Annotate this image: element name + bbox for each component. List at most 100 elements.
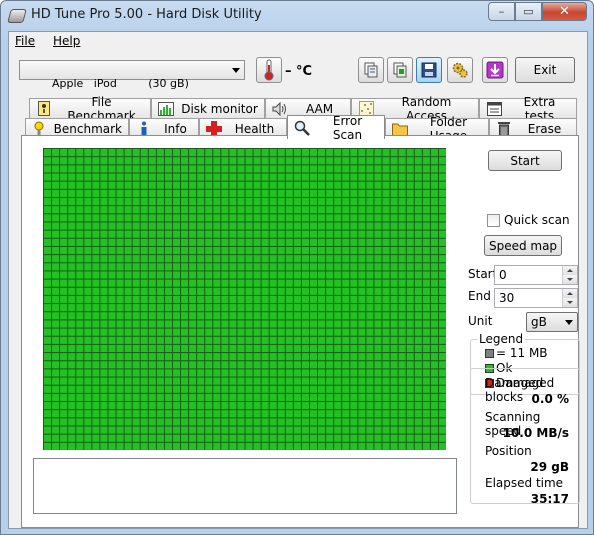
unit-select[interactable]: gB [526, 312, 578, 332]
scan-block-ok [205, 336, 213, 344]
scan-block-ok [334, 263, 342, 271]
scan-block-ok [60, 344, 68, 353]
scan-block-ok [366, 165, 374, 173]
scan-block-ok [293, 410, 301, 418]
drive-select[interactable]: Apple iPod (30 gB) [19, 60, 245, 90]
scan-block-ok [326, 255, 334, 263]
scan-block-ok [398, 165, 406, 173]
scan-block-ok [398, 214, 406, 222]
speed-map-button[interactable]: Speed map [484, 235, 562, 256]
scan-block-ok [382, 320, 390, 328]
scan-block-ok [309, 320, 318, 328]
scan-block-ok [245, 320, 253, 328]
scan-block-ok [76, 279, 84, 287]
copy-button[interactable] [358, 57, 384, 83]
scan-block-ok [189, 263, 197, 271]
start-scan-button[interactable]: Start [488, 150, 562, 171]
scan-block-ok [309, 206, 318, 214]
scan-block-ok [261, 173, 269, 181]
chevron-up-icon[interactable] [563, 289, 577, 298]
scan-block-ok [277, 353, 285, 361]
start-spinbox[interactable]: 0 [494, 265, 578, 285]
scan-block-ok [197, 418, 205, 426]
scan-block-ok [52, 336, 60, 344]
scan-block-ok [301, 222, 309, 230]
scan-block-ok [374, 165, 382, 173]
scan-block-ok [213, 255, 221, 263]
scan-block-ok [334, 271, 342, 279]
scan-block-ok [398, 385, 406, 393]
copy-info-button[interactable] [387, 57, 413, 83]
scan-block-ok [245, 157, 253, 165]
scan-block-ok [342, 312, 350, 320]
scan-block-ok [116, 320, 124, 328]
scan-block-ok [60, 222, 68, 230]
end-spinbox[interactable]: 30 [494, 288, 578, 308]
scan-block-ok [221, 434, 229, 442]
scan-block-ok [277, 402, 285, 410]
scan-block-ok [189, 434, 197, 442]
scan-block-ok [205, 304, 213, 312]
options-button[interactable] [447, 57, 473, 83]
scan-block-ok [237, 149, 245, 157]
scan-block-ok [181, 377, 189, 385]
scan-block-ok [334, 393, 342, 402]
tab-extra-tests[interactable]: Extra tests [479, 95, 577, 123]
scan-block-ok [414, 165, 422, 173]
scan-block-ok [366, 263, 374, 271]
scan-block-ok [76, 181, 84, 189]
scan-block-ok [181, 312, 189, 320]
scan-block-ok [92, 312, 100, 320]
scan-block-ok [309, 402, 318, 410]
close-button[interactable]: ✕ [542, 2, 587, 21]
exit-button[interactable]: Exit [515, 57, 575, 83]
scan-block-ok [334, 304, 342, 312]
scan-block-ok [358, 263, 366, 271]
scan-block-ok [156, 418, 164, 426]
temperature-button[interactable] [256, 57, 282, 83]
tab-error-scan[interactable]: Error Scan [287, 114, 385, 142]
scan-block-ok [398, 328, 406, 336]
tab-label: Health [234, 121, 275, 136]
chevron-down-icon[interactable] [563, 298, 577, 307]
maximize-button[interactable]: ▭ [515, 2, 542, 21]
scan-block-ok [309, 336, 318, 344]
scan-block-ok [197, 230, 205, 238]
scan-block-grid-svg [44, 149, 446, 450]
save-button[interactable] [416, 57, 442, 83]
scan-block-ok [237, 320, 245, 328]
scan-block-ok [326, 214, 334, 222]
quick-scan-checkbox[interactable]: Quick scan [487, 213, 570, 227]
scan-block-ok [140, 369, 148, 377]
scan-block-ok [197, 189, 205, 197]
quick-scan-checkbox-box[interactable] [487, 213, 500, 227]
scan-block-ok [181, 320, 189, 328]
scan-block-ok [205, 263, 213, 271]
scan-block-ok [68, 418, 76, 426]
scan-block-ok [406, 320, 414, 328]
chevron-down-icon[interactable] [563, 275, 577, 284]
tab-file-benchmark[interactable]: File Benchmark [29, 95, 151, 123]
scan-block-ok [285, 328, 293, 336]
scan-block-ok [261, 279, 269, 287]
minimize-button[interactable]: – [488, 2, 515, 21]
scan-block-ok [84, 287, 92, 295]
scan-block-ok [60, 402, 68, 410]
scan-block-ok [229, 255, 237, 263]
title-bar[interactable]: HD Tune Pro 5.00 - Hard Disk Utility – ▭… [1, 1, 593, 31]
scan-block-ok [430, 263, 438, 271]
legend-title: Legend [477, 332, 526, 346]
scan-block-ok [261, 165, 269, 173]
scan-block-ok [156, 246, 164, 255]
tab-disk-monitor[interactable]: Disk monitor [151, 98, 265, 118]
menu-file[interactable]: File [15, 34, 35, 48]
menu-help[interactable]: Help [53, 34, 80, 48]
scan-block-ok [92, 230, 100, 238]
scan-block-ok [52, 222, 60, 230]
scan-block-ok [326, 304, 334, 312]
chevron-up-icon[interactable] [563, 266, 577, 275]
scan-block-ok [422, 344, 430, 353]
download-button[interactable] [482, 57, 508, 83]
scan-block-ok [398, 353, 406, 361]
scan-block-ok [84, 149, 92, 157]
